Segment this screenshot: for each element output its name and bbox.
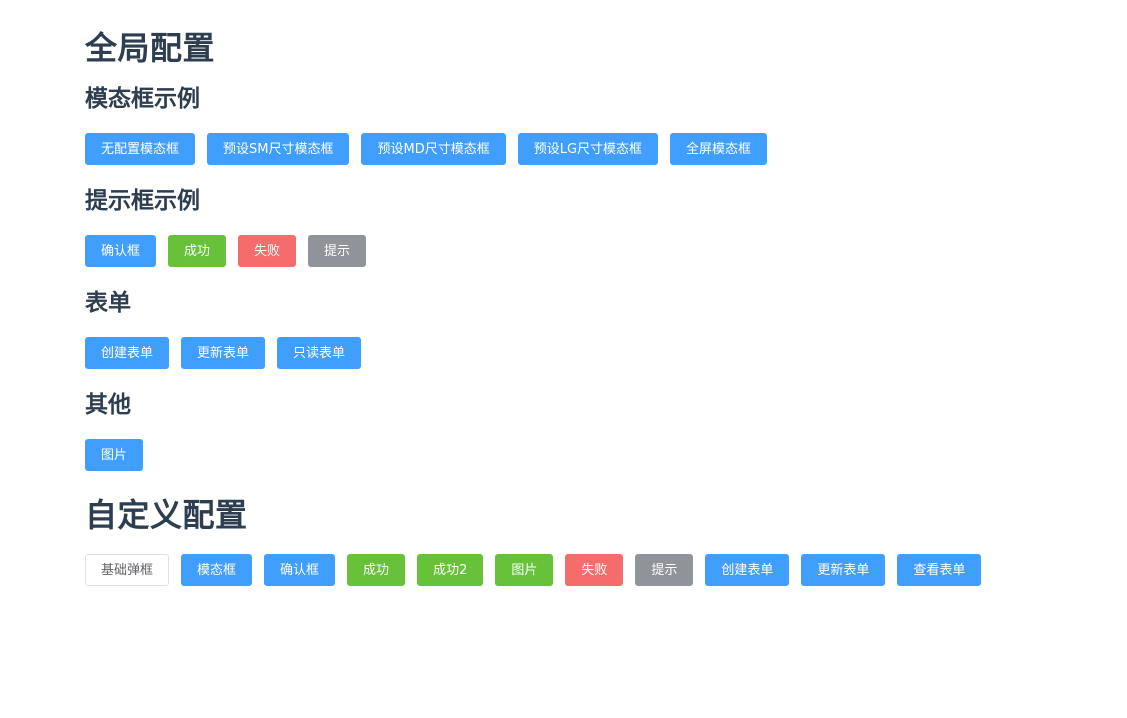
custom-modal-button[interactable]: 模态框	[181, 554, 253, 586]
basic-dialog-button[interactable]: 基础弹框	[85, 554, 170, 586]
update-form-button[interactable]: 更新表单	[181, 337, 266, 369]
lg-modal-button[interactable]: 预设LG尺寸模态框	[517, 133, 659, 165]
other-button-row: 图片	[85, 439, 1127, 471]
custom-update-form-button[interactable]: 更新表单	[801, 554, 886, 586]
modal-button-row: 无配置模态框 预设SM尺寸模态框 预设MD尺寸模态框 预设LG尺寸模态框 全屏模…	[85, 133, 1127, 165]
custom-confirm-button[interactable]: 确认框	[264, 554, 336, 586]
info-button[interactable]: 提示	[308, 235, 367, 267]
tip-button-row: 确认框 成功 失败 提示	[85, 235, 1127, 267]
custom-info-button[interactable]: 提示	[635, 554, 694, 586]
sm-modal-button[interactable]: 预设SM尺寸模态框	[207, 133, 350, 165]
custom-button-row: 基础弹框 模态框 确认框 成功 成功2 图片 失败 提示 创建表单 更新表单 查…	[85, 554, 1127, 586]
custom-fail-button[interactable]: 失败	[565, 554, 624, 586]
readonly-form-button[interactable]: 只读表单	[277, 337, 362, 369]
page: 全局配置 模态框示例 无配置模态框 预设SM尺寸模态框 预设MD尺寸模态框 预设…	[0, 0, 1127, 586]
fullscreen-modal-button[interactable]: 全屏模态框	[670, 133, 768, 165]
tip-section-title: 提示框示例	[85, 188, 200, 214]
fail-button[interactable]: 失败	[238, 235, 297, 267]
form-button-row: 创建表单 更新表单 只读表单	[85, 337, 1127, 369]
modal-section-title: 模态框示例	[85, 86, 200, 112]
custom-view-form-button[interactable]: 查看表单	[897, 554, 982, 586]
other-section-title: 其他	[85, 392, 131, 418]
image-button[interactable]: 图片	[85, 439, 144, 471]
md-modal-button[interactable]: 预设MD尺寸模态框	[361, 133, 506, 165]
custom-success-button[interactable]: 成功	[347, 554, 406, 586]
custom-config-title: 自定义配置	[85, 496, 248, 534]
global-config-title: 全局配置	[85, 29, 216, 67]
form-section-title: 表单	[85, 290, 131, 316]
custom-image-button[interactable]: 图片	[495, 554, 554, 586]
confirm-button[interactable]: 确认框	[85, 235, 157, 267]
success-button[interactable]: 成功	[168, 235, 227, 267]
custom-success2-button[interactable]: 成功2	[417, 554, 484, 586]
create-form-button[interactable]: 创建表单	[85, 337, 170, 369]
custom-create-form-button[interactable]: 创建表单	[705, 554, 790, 586]
no-config-modal-button[interactable]: 无配置模态框	[85, 133, 196, 165]
